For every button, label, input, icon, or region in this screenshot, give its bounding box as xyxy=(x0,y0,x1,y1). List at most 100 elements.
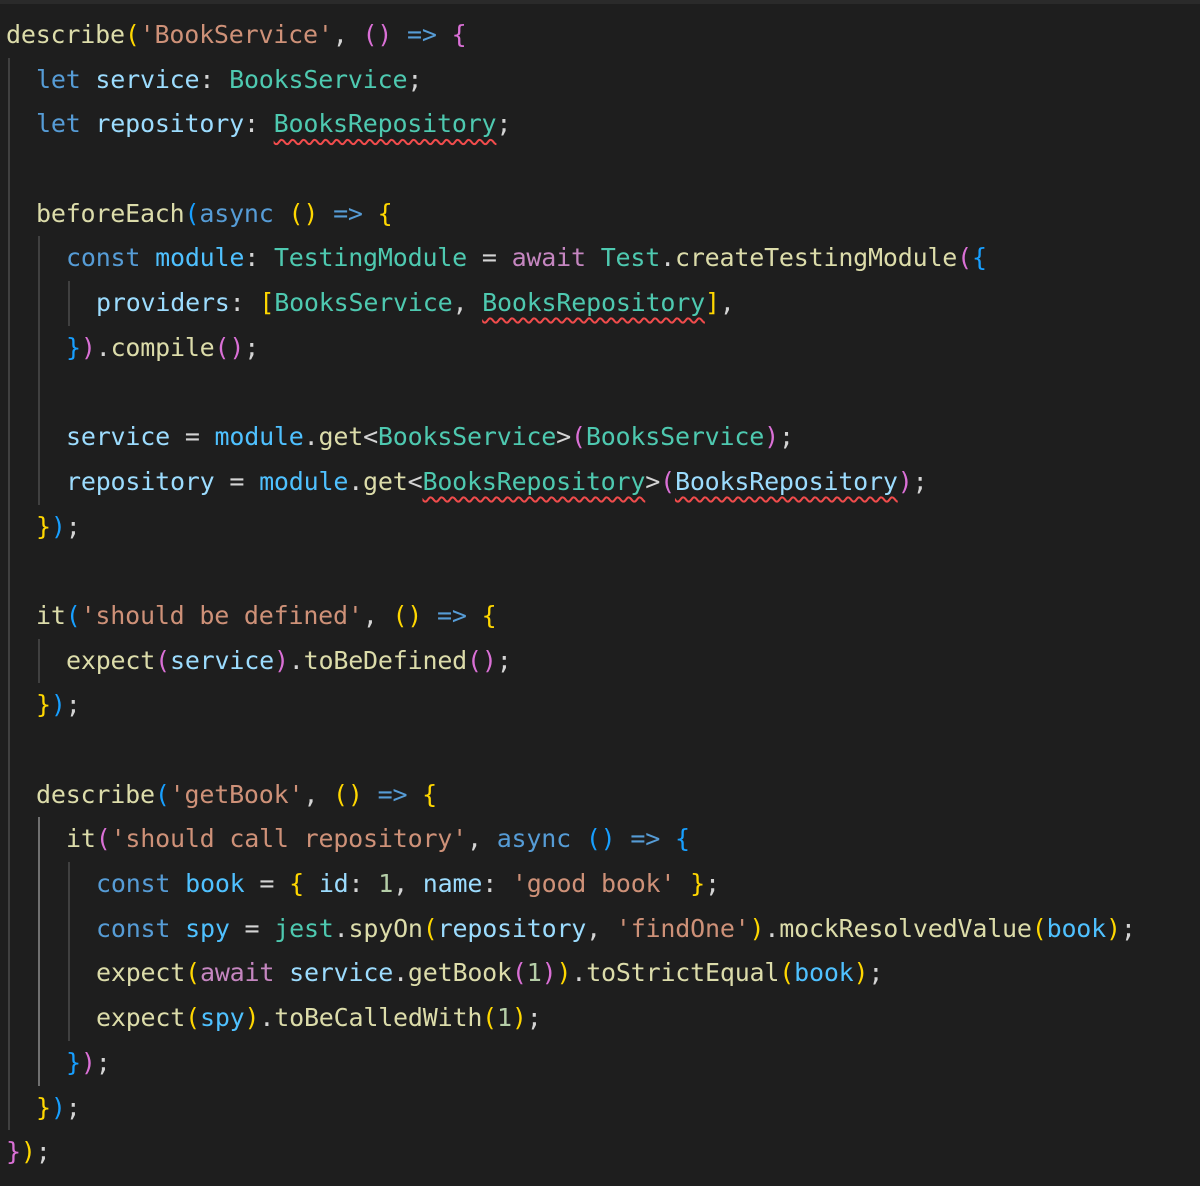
indent-guide xyxy=(8,325,10,371)
code-token: repository xyxy=(95,109,244,139)
code-line[interactable]: }); xyxy=(6,1040,1136,1086)
code-line[interactable]: }); xyxy=(6,683,1136,728)
code-line[interactable]: }); xyxy=(6,504,1136,550)
code-token: module xyxy=(214,422,304,452)
code-line[interactable]: beforeEach(async () => { xyxy=(6,191,1136,237)
code-token: : xyxy=(243,109,274,139)
code-token: = xyxy=(229,913,275,943)
code-token: [ xyxy=(259,288,275,318)
code-token: ) xyxy=(273,645,289,675)
code-token: repository xyxy=(437,913,587,943)
code-token: ( xyxy=(65,600,81,630)
code-token: ) xyxy=(853,958,869,988)
indent-guide xyxy=(8,191,10,237)
code-token: it xyxy=(66,824,96,854)
code-token: ; xyxy=(868,958,884,988)
indent-guide xyxy=(8,549,10,594)
code-line[interactable]: let service: BooksService; xyxy=(6,57,1136,103)
code-line[interactable]: }).compile(); xyxy=(6,325,1136,371)
code-token: . xyxy=(764,913,780,943)
code-line[interactable] xyxy=(6,728,1136,773)
code-token: ; xyxy=(65,690,81,720)
code-token: 'should call repository' xyxy=(110,824,468,854)
code-line[interactable] xyxy=(6,549,1136,594)
code-token: ( xyxy=(482,1003,498,1033)
code-token: } xyxy=(36,511,51,541)
indent-guide xyxy=(38,325,40,371)
code-token: Test xyxy=(600,243,661,273)
code-token: : xyxy=(348,869,379,899)
code-editor[interactable]: describe('BookService', () => {let servi… xyxy=(6,13,1136,1175)
code-token: book xyxy=(185,869,245,899)
code-token: ; xyxy=(526,1003,542,1033)
code-token: ; xyxy=(496,645,512,675)
code-token: async xyxy=(199,198,274,228)
code-token: module xyxy=(259,466,349,496)
code-token: = xyxy=(169,422,215,452)
code-token: } xyxy=(6,1137,21,1167)
code-line[interactable]: }); xyxy=(6,1130,1136,1175)
code-line[interactable] xyxy=(6,370,1136,416)
code-token: ; xyxy=(704,869,720,899)
code-token: ( xyxy=(155,645,170,675)
code-token: ; xyxy=(407,64,423,94)
indent-guide xyxy=(8,862,10,907)
code-line[interactable]: service = module.get<BooksService>(Books… xyxy=(6,415,1136,460)
code-token: { xyxy=(377,198,393,228)
code-token: ; xyxy=(496,109,512,139)
indent-guide xyxy=(38,862,40,907)
code-token: ; xyxy=(65,1092,81,1122)
code-token: : xyxy=(482,869,512,899)
code-token: describe xyxy=(36,779,155,809)
code-token: ; xyxy=(65,511,81,541)
code-token: { xyxy=(674,824,690,854)
code-line[interactable]: expect(service).toBeDefined(); xyxy=(6,638,1136,684)
code-line[interactable]: providers: [BooksService, BooksRepositor… xyxy=(6,281,1136,326)
code-line[interactable]: expect(spy).toBeCalledWith(1); xyxy=(6,996,1136,1041)
code-line[interactable]: }); xyxy=(6,1085,1136,1131)
code-token: () xyxy=(585,824,616,854)
code-token: service xyxy=(169,645,274,675)
code-token: } xyxy=(36,1092,51,1122)
code-line[interactable]: const book = { id: 1, name: 'good book' … xyxy=(6,862,1136,907)
code-line[interactable]: const module: TestingModule = await Test… xyxy=(6,236,1136,282)
code-token: ) xyxy=(50,511,66,541)
code-token: } xyxy=(690,869,705,899)
code-token: ( xyxy=(184,198,200,228)
code-line[interactable]: expect(await service.getBook(1)).toStric… xyxy=(6,951,1136,997)
indent-guide xyxy=(38,236,40,282)
code-token: let xyxy=(36,109,81,139)
code-token: () xyxy=(214,332,245,362)
indent-guide xyxy=(8,638,10,684)
code-line[interactable]: const spy = jest.spyOn(repository, 'find… xyxy=(6,906,1136,952)
code-line[interactable] xyxy=(6,147,1136,192)
code-token: ( xyxy=(185,1003,200,1033)
indent-guide xyxy=(38,996,40,1041)
code-line[interactable]: let repository: BooksRepository; xyxy=(6,102,1136,148)
code-token: spyOn xyxy=(348,913,423,943)
code-token: ( xyxy=(95,824,111,854)
code-line[interactable]: it('should call repository', async () =>… xyxy=(6,817,1136,863)
code-token: id xyxy=(318,869,349,899)
code-token: name xyxy=(422,869,483,899)
code-token: ) xyxy=(1106,913,1121,943)
code-line[interactable]: it('should be defined', () => { xyxy=(6,593,1136,639)
code-line[interactable]: describe('BookService', () => { xyxy=(6,13,1136,58)
code-token: , xyxy=(362,600,393,630)
indent-guide xyxy=(8,147,10,192)
indent-guide xyxy=(38,415,40,460)
indent-guide xyxy=(8,459,10,505)
code-token: , xyxy=(393,869,423,899)
code-token: ] xyxy=(704,288,720,318)
code-line[interactable]: repository = module.get<BooksRepository>… xyxy=(6,459,1136,505)
code-line[interactable]: describe('getBook', () => { xyxy=(6,772,1136,818)
code-token: BooksService xyxy=(274,288,453,318)
